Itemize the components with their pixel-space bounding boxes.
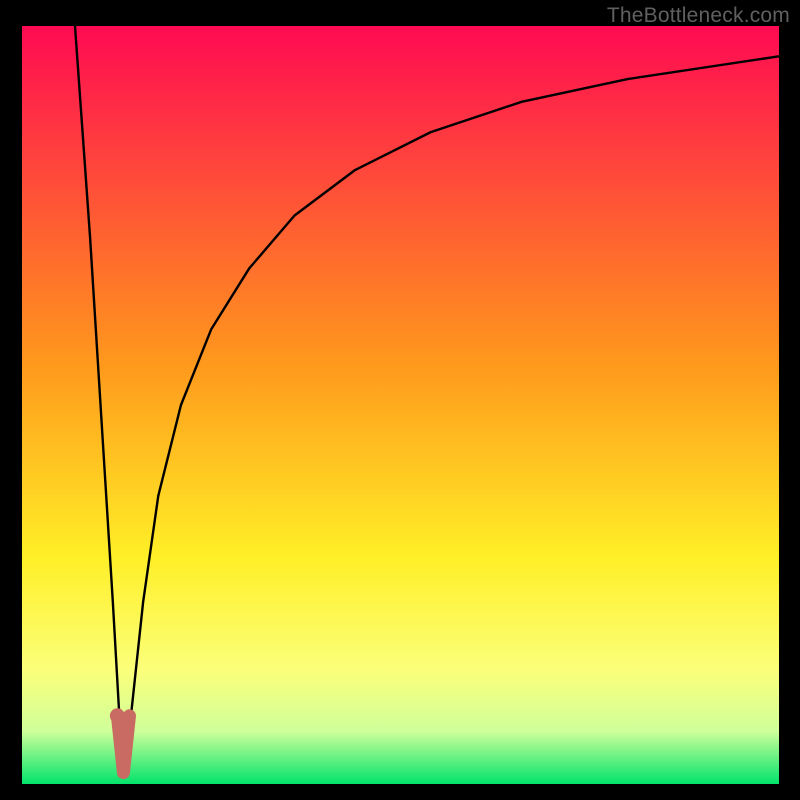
watermark-text: TheBottleneck.com [607, 4, 790, 28]
chart-svg [22, 26, 779, 784]
vee-marker [117, 716, 129, 773]
marker-dot [110, 708, 125, 723]
plot-area [22, 26, 779, 784]
chart-frame: TheBottleneck.com [0, 0, 800, 800]
